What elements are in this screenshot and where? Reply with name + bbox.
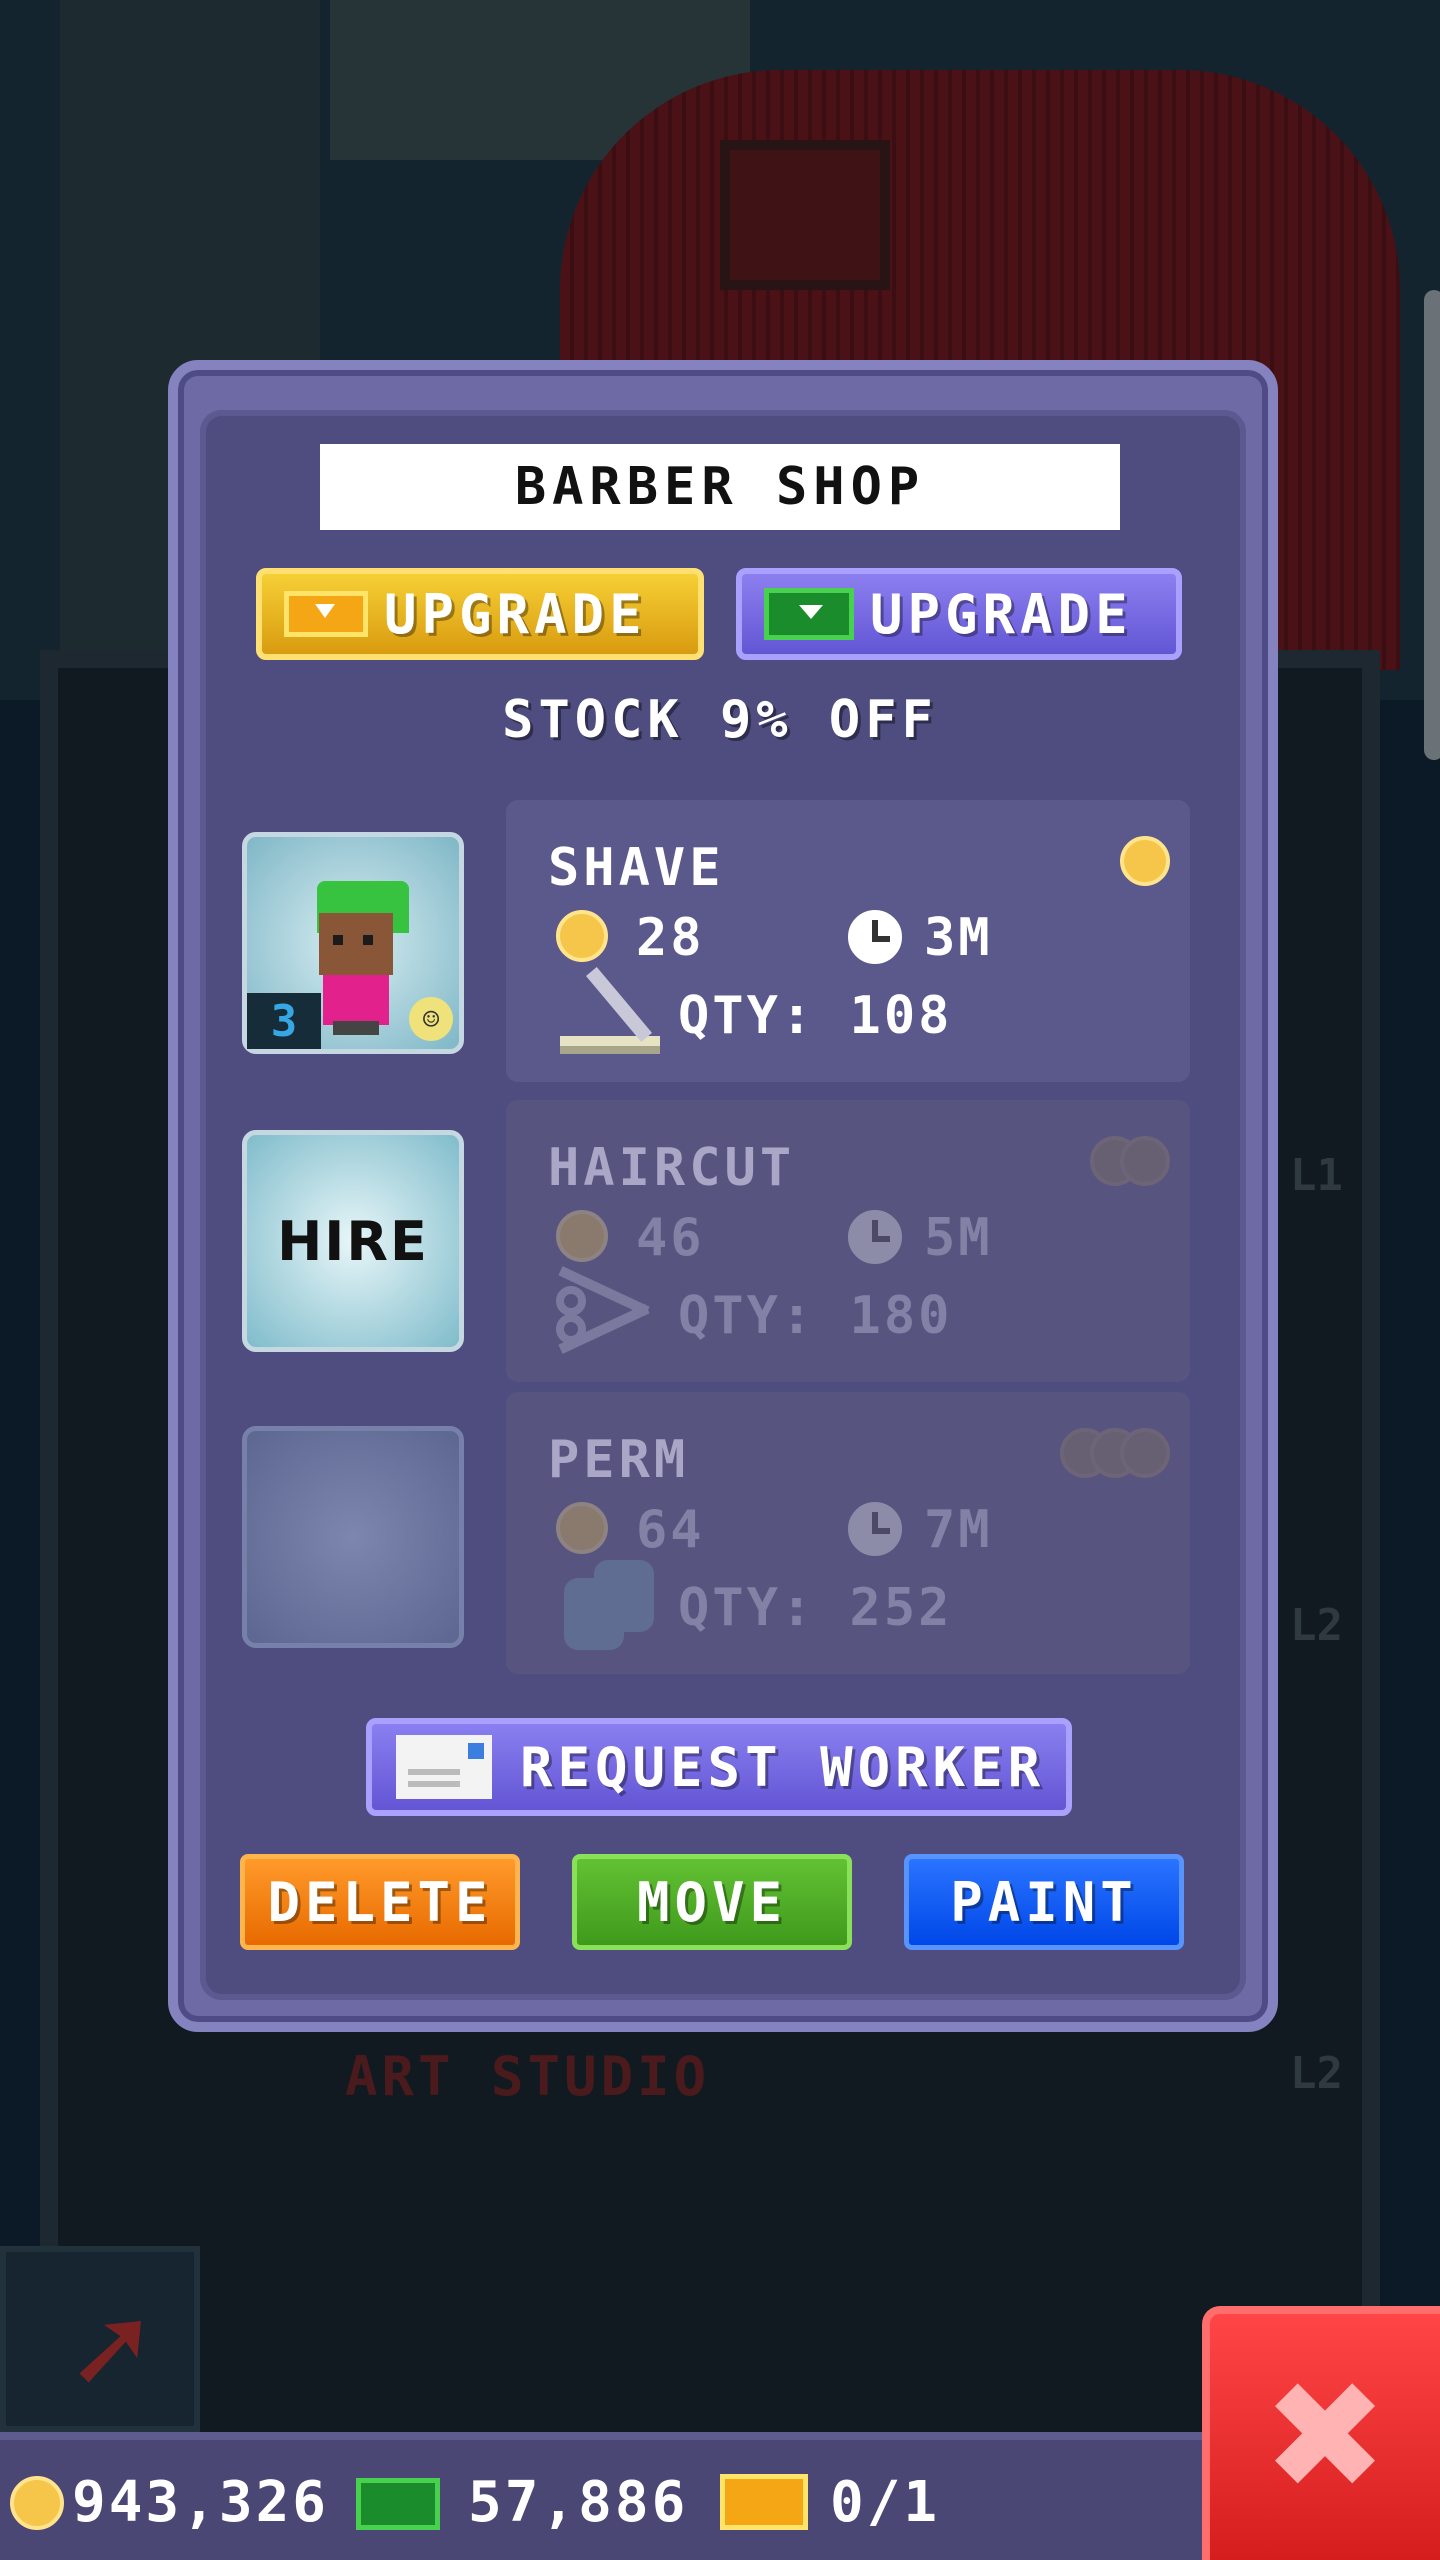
- perm-curlers-icon: [550, 1558, 660, 1654]
- bux-cash-icon: [356, 2478, 440, 2530]
- close-button[interactable]: ✖: [1202, 2306, 1440, 2560]
- stock-discount-text: STOCK 9% OFF: [502, 690, 938, 750]
- clock-icon: [848, 1502, 902, 1556]
- coin-tier-icon: [1090, 1136, 1170, 1186]
- upgrade-with-coins-button[interactable]: UPGRADE: [256, 568, 704, 660]
- arrow-icon: ➚: [66, 2282, 159, 2410]
- paint-button[interactable]: PAINT: [904, 1854, 1184, 1950]
- floor-level-tag: L2: [1290, 2048, 1343, 2099]
- worker-slot-1[interactable]: 3 ☺: [242, 832, 464, 1054]
- dialog-title: BARBER SHOP: [320, 444, 1120, 530]
- product-time: 7M: [924, 1500, 993, 1560]
- coin-icon: [556, 910, 608, 962]
- product-name: SHAVE: [548, 838, 725, 898]
- coin-tier-icon: [1060, 1428, 1170, 1478]
- floor-level-tag: L2: [1290, 1600, 1343, 1651]
- product-price: 46: [636, 1208, 705, 1268]
- worker-slot-empty: [242, 1426, 464, 1648]
- coin-tier-icon: [1120, 836, 1170, 886]
- scissors-icon: [550, 1266, 660, 1362]
- upgrade-label: UPGRADE: [870, 582, 1133, 646]
- product-name: PERM: [548, 1430, 690, 1490]
- upgrade-with-bux-button[interactable]: UPGRADE: [736, 568, 1182, 660]
- side-scroll-handle[interactable]: [1424, 290, 1440, 760]
- close-x-icon: ✖: [1262, 2350, 1388, 2524]
- product-card-haircut[interactable]: HAIRCUT 46 5M QTY: 180: [506, 1100, 1190, 1382]
- product-price: 64: [636, 1500, 705, 1560]
- golden-ticket-icon: [284, 591, 368, 637]
- coin-icon: [556, 1502, 608, 1554]
- coin-icon: [10, 2476, 64, 2530]
- happy-face-icon: ☺: [409, 997, 453, 1041]
- elevator-button[interactable]: ➚: [0, 2246, 200, 2432]
- product-card-perm[interactable]: PERM 64 7M QTY: 252: [506, 1392, 1190, 1674]
- floor-level-tag: L1: [1290, 1150, 1343, 1201]
- product-name: HAIRCUT: [548, 1138, 796, 1198]
- coin-icon: [556, 1210, 608, 1262]
- clock-icon: [848, 910, 902, 964]
- product-price: 28: [636, 908, 705, 968]
- request-worker-button[interactable]: REQUEST WORKER: [366, 1718, 1072, 1816]
- move-button[interactable]: MOVE: [572, 1854, 852, 1950]
- bux-cash-icon: [764, 588, 854, 640]
- barn-window: [720, 140, 890, 290]
- upgrade-label: UPGRADE: [384, 582, 647, 646]
- envelope-icon: [396, 1735, 492, 1799]
- floor-label-art-studio: ART STUDIO: [345, 2045, 711, 2108]
- product-time: 5M: [924, 1208, 993, 1268]
- worker-avatar: [309, 881, 409, 1035]
- product-quantity: QTY: 252: [678, 1578, 953, 1638]
- product-card-shave[interactable]: SHAVE 28 3M QTY: 108: [506, 800, 1190, 1082]
- clock-icon: [848, 1210, 902, 1264]
- request-worker-label: REQUEST WORKER: [520, 1735, 1046, 1799]
- ticket-count: 0/1: [830, 2470, 941, 2535]
- bux-balance: 57,886: [468, 2470, 689, 2535]
- hire-button[interactable]: HIRE: [242, 1130, 464, 1352]
- coin-balance: 943,326: [72, 2470, 330, 2535]
- product-quantity: QTY: 180: [678, 1286, 953, 1346]
- delete-button[interactable]: DELETE: [240, 1854, 520, 1950]
- worker-level-badge: 3: [247, 993, 321, 1049]
- razor-icon: [550, 966, 660, 1062]
- product-quantity: QTY: 108: [678, 986, 953, 1046]
- golden-ticket-icon: [720, 2474, 808, 2530]
- product-time: 3M: [924, 908, 993, 968]
